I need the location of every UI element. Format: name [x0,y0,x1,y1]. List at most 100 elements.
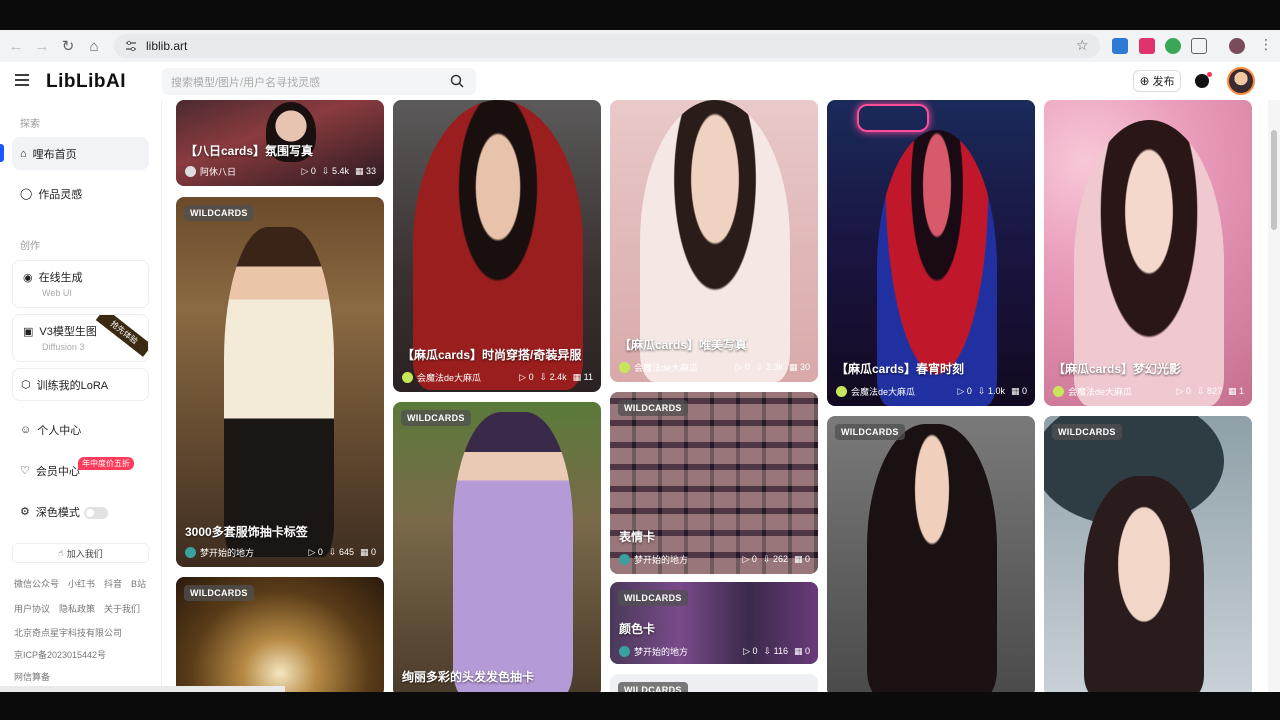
home-icon[interactable]: ⌂ [81,33,107,59]
footer-social-links: 微信公众号 小红书 抖音 B站 [14,577,146,590]
url-text: liblib.art [146,39,188,53]
footer-link[interactable]: 用户协议 [14,602,50,615]
search-icon[interactable] [450,74,464,88]
join-us-label: 加入我们 [66,548,103,559]
bookmark-star-icon[interactable]: ☆ [1076,37,1089,54]
wildcards-tag: WILDCARDS [618,590,688,606]
model-card[interactable]: 【八日cards】氛围写真 阿休八日 ▷ 0 ⇩ 5.4k ▦ 33 [176,100,384,186]
author-name[interactable]: 梦开始的地方 [634,553,688,566]
model-card[interactable]: 【麻瓜cards】春宵时刻 会魔法de大麻瓜 ▷ 0 ⇩ 1.0k ▦ 0 [827,100,1035,406]
model-card[interactable]: WILDCARDS 3000多套服饰抽卡标签 梦开始的地方 ▷ 0 ⇩ 645 ▦ … [176,197,384,567]
model-card[interactable]: WILDCARDS [610,674,818,692]
extensions-puzzle-icon[interactable] [1191,38,1207,54]
card-title: 【八日cards】氛围写真 [185,144,314,158]
model-card[interactable]: WILDCARDS 表情卡 梦开始的地方 ▷ 0 ⇩ 262 ▦ 0 [610,392,818,574]
lightbulb-icon: ◯ [20,188,33,200]
user-avatar[interactable] [1227,67,1255,95]
downloads-count: 2.4k [549,371,567,382]
dark-mode-toggle[interactable] [84,507,108,519]
runs-count: 0 [752,645,758,656]
model-feed: 【八日cards】氛围写真 阿休八日 ▷ 0 ⇩ 5.4k ▦ 33 WILDCAR… [170,100,1265,692]
home-icon: ⌂ [20,147,27,160]
model-card[interactable]: WILDCARDS 颜色卡 梦开始的地方 ▷ 0 ⇩ 116 ▦ 0 [610,582,818,664]
stat-saves: ▦ 30 [788,361,810,372]
card-image [610,392,818,574]
saves-count: 33 [365,165,376,176]
notification-dot [1207,72,1212,77]
app-header: LibLibAI 搜索模型/图片/用户名寻找灵感 ⊕ 发布 [0,62,1280,100]
model-card[interactable]: 【麻瓜cards】唯美写真 会魔法de大麻瓜 ▷ 0 ⇩ 2.3k ▦ 30 [610,100,818,382]
sidebar-item-online-gen[interactable]: ◉ 在线生成 Web UI [12,260,149,308]
footer-link[interactable]: 小红书 [68,577,95,590]
author-name[interactable]: 梦开始的地方 [200,546,254,559]
stat-runs: ▷ 0 [519,371,534,382]
runs-count: 0 [751,553,757,564]
stat-saves: ▦ 0 [1010,385,1027,396]
wildcards-tag: WILDCARDS [835,424,905,440]
sidebar-item-personal[interactable]: ☺ 个人中心 [12,413,149,446]
sidebar-item-label: 会员中心 [35,465,80,478]
footer-link[interactable]: 微信公众号 [14,577,59,590]
author-name[interactable]: 会魔法de大麻瓜 [417,371,481,384]
sidebar-item-inspiration[interactable]: ◯ 作品灵感 [12,177,149,210]
site-info-icon[interactable] [124,39,138,53]
menu-icon[interactable] [14,73,30,87]
footer-link[interactable]: 隐私政策 [59,602,95,615]
footer-legal-links: 用户协议 隐私政策 关于我们 [14,602,140,615]
footer-link[interactable]: B站 [131,577,146,590]
model-card[interactable]: WILDCARDS [1044,416,1252,692]
card-meta: 会魔法de大麻瓜 ▷ 0 ⇩ 2.4k ▦ 11 [402,370,593,384]
saves-count: 30 [799,361,810,372]
sidebar-item-label: 在线生成 [38,272,83,284]
author-name[interactable]: 梦开始的地方 [634,645,688,658]
stat-runs: ▷ 0 [957,385,972,396]
sidebar-item-home[interactable]: ⌂ 哩布首页 [12,137,149,170]
card-title: 【麻瓜cards】唯美写真 [619,338,748,352]
page-scrollbar[interactable] [1268,100,1280,692]
downloads-count: 116 [773,645,788,656]
sidebar-item-train-lora[interactable]: ⬡ 训练我的LoRA [12,368,149,401]
author-avatar [619,553,630,565]
footer-link[interactable]: 抖音 [104,577,122,590]
model-card[interactable]: 【麻瓜cards】时尚穿搭/奇装异服 会魔法de大麻瓜 ▷ 0 ⇩ 2.4k ▦ 1… [393,100,601,392]
browser-menu-icon[interactable]: ⋮ [1259,36,1273,53]
extension-icon-3[interactable] [1165,38,1181,54]
bottom-letterbox [0,692,1280,720]
wildcards-tag: WILDCARDS [401,410,471,426]
address-bar[interactable]: liblib.art [114,34,1100,58]
model-card[interactable]: WILDCARDS [827,416,1035,692]
author-avatar [402,371,413,383]
model-card[interactable]: WILDCARDS [176,577,384,692]
search-input[interactable]: 搜索模型/图片/用户名寻找灵感 [162,68,476,95]
search-placeholder: 搜索模型/图片/用户名寻找灵感 [171,76,321,89]
model-card[interactable]: WILDCARDS 绚丽多彩的头发发色抽卡 [393,402,601,692]
hand-icon: ☝ [58,547,64,558]
sidebar-item-sub: Web UI [42,288,72,298]
stat-runs: ▷ 0 [1176,385,1191,396]
extension-icon-2[interactable] [1139,38,1155,54]
card-title: 3000多套服饰抽卡标签 [185,525,308,539]
forward-icon[interactable]: → [29,33,55,59]
extension-icon-1[interactable] [1112,38,1128,54]
model-card[interactable]: 【麻瓜cards】梦幻光影 会魔法de大麻瓜 ▷ 0 ⇩ 827 ▦ 1 [1044,100,1252,406]
author-name[interactable]: 会魔法de大麻瓜 [634,361,698,374]
author-name[interactable]: 阿休八日 [200,165,236,178]
card-meta: 梦开始的地方 ▷ 0 ⇩ 262 ▦ 0 [619,552,810,566]
author-avatar [619,645,630,657]
card-image [1084,476,1204,692]
scrollbar-thumb[interactable] [1271,130,1277,230]
publish-button[interactable]: ⊕ 发布 [1133,70,1181,92]
join-us-button[interactable]: ☝ 加入我们 [12,543,149,563]
sidebar-item-v3-gen[interactable]: ▣ V3模型生图 Diffusion 3 抢先体验 [12,314,149,362]
author-avatar [1053,385,1064,397]
profile-icon[interactable] [1229,38,1245,54]
wildcards-tag: WILDCARDS [1052,424,1122,440]
reload-icon[interactable]: ↻ [55,33,81,59]
author-name[interactable]: 会魔法de大麻瓜 [1068,385,1132,398]
company-name: 北京奇点星宇科技有限公司 [14,628,123,638]
back-icon[interactable]: ← [3,33,29,59]
footer-link[interactable]: 关于我们 [104,602,140,615]
icp-number[interactable]: 京ICP备2023015442号 [14,648,106,661]
author-name[interactable]: 会魔法de大麻瓜 [851,385,915,398]
site-logo[interactable]: LibLibAI [46,71,126,93]
